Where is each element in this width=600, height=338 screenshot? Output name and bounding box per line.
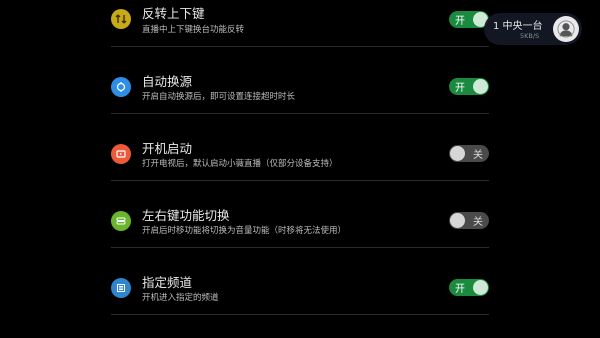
- setting-row-left-right-keys[interactable]: 左右键功能切换 开启后时移功能将切换为音量功能（时移将无法使用） 关: [111, 181, 489, 248]
- auto-switch-source-icon: [111, 77, 131, 97]
- toggle-knob: [450, 213, 465, 228]
- boot-start-icon: [111, 144, 131, 164]
- setting-description: 打开电视后，默认启动小薇直播（仅部分设备支持）: [142, 159, 338, 169]
- setting-description: 直播中上下键换台功能反转: [142, 25, 245, 35]
- left-right-keys-toggle[interactable]: 关: [449, 212, 489, 229]
- toggle-knob: [450, 146, 465, 161]
- reverse-keys-toggle[interactable]: 开: [449, 11, 489, 28]
- boot-start-toggle[interactable]: 关: [449, 145, 489, 162]
- channel-info-overlay: 1 中央一台 5KB/S: [484, 13, 582, 45]
- toggle-state-label: 开: [455, 16, 465, 27]
- divider: [111, 314, 489, 315]
- toggle-knob: [473, 79, 488, 94]
- setting-title: 自动换源: [142, 74, 193, 89]
- auto-switch-source-toggle[interactable]: 开: [449, 78, 489, 95]
- toggle-state-label: 开: [455, 83, 465, 94]
- left-right-key-icon: [111, 211, 131, 231]
- setting-title: 反转上下键: [142, 6, 205, 21]
- setting-description: 开机进入指定的频道: [142, 293, 219, 303]
- toggle-state-label: 关: [473, 150, 483, 161]
- setting-row-boot-start[interactable]: 开机启动 打开电视后，默认启动小薇直播（仅部分设备支持） 关: [111, 114, 489, 181]
- reverse-icon: [111, 9, 131, 29]
- setting-title: 开机启动: [142, 141, 193, 156]
- setting-row-specified-channel[interactable]: 指定频道 开机进入指定的频道 开: [111, 248, 489, 315]
- setting-description: 开启自动换源后，即可设置连接超时时长: [142, 92, 296, 102]
- setting-row-reverse-keys[interactable]: 反转上下键 直播中上下键换台功能反转 开: [111, 0, 489, 47]
- specified-channel-toggle[interactable]: 开: [449, 279, 489, 296]
- toggle-state-label: 开: [455, 284, 465, 295]
- setting-row-auto-switch-source[interactable]: 自动换源 开启自动换源后，即可设置连接超时时长 开: [111, 47, 489, 114]
- current-channel-label: 1 中央一台: [493, 21, 543, 32]
- setting-description: 开启后时移功能将切换为音量功能（时移将无法使用）: [142, 226, 347, 236]
- channel-list-icon: [111, 278, 131, 298]
- setting-title: 指定频道: [142, 275, 193, 290]
- settings-list: 反转上下键 直播中上下键换台功能反转 开 自动换源 开启自动换源后，即可设置连接…: [0, 0, 600, 338]
- avatar-icon: [553, 16, 579, 42]
- network-speed-label: 5KB/S: [520, 32, 540, 40]
- toggle-knob: [473, 280, 488, 295]
- toggle-state-label: 关: [473, 217, 483, 228]
- setting-title: 左右键功能切换: [142, 208, 230, 223]
